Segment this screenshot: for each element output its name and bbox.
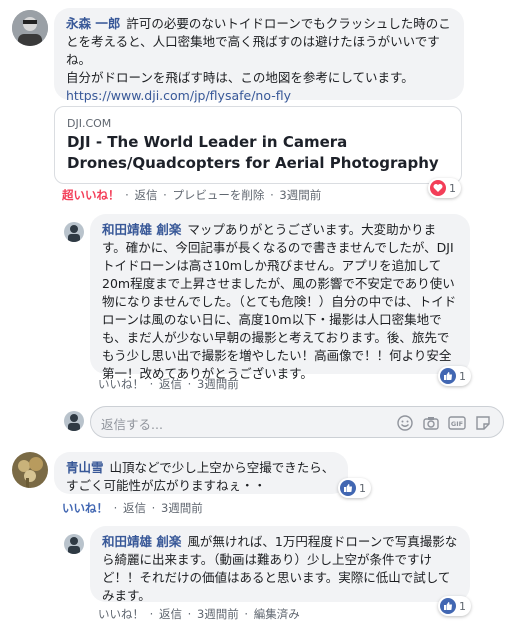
- avatar[interactable]: [12, 10, 48, 46]
- comment-link[interactable]: https://www.dji.com/jp/flysafe/no-fly: [66, 88, 291, 103]
- timestamp[interactable]: 3週間前: [279, 188, 321, 202]
- smile-icon[interactable]: [395, 413, 415, 433]
- like-button[interactable]: いいね！: [98, 377, 144, 391]
- reaction-count[interactable]: 1: [438, 596, 471, 616]
- comment-author[interactable]: 青山雪: [66, 460, 104, 475]
- sticker-icon[interactable]: [473, 413, 493, 433]
- edited-label[interactable]: 編集済み: [254, 607, 300, 621]
- comment-actions: いいね！ · 返信 · 3週間前: [98, 377, 239, 391]
- avatar[interactable]: [64, 222, 84, 242]
- comment-actions: 超いいね！ · 返信 · プレビューを削除 · 3週間前: [62, 188, 322, 202]
- like-icon: [340, 480, 356, 496]
- like-icon: [440, 598, 456, 614]
- comment-author[interactable]: 永森 一郎: [66, 16, 120, 31]
- like-button[interactable]: いいね！: [62, 501, 108, 515]
- like-button[interactable]: いいね！: [98, 607, 144, 621]
- reply-button[interactable]: 返信: [159, 377, 182, 391]
- comment-bubble: 青山雪 山頂などで少し上空から空撮できたら、すごく可能性が広がりますねぇ・・: [54, 452, 348, 494]
- comment-bubble: 和田靖雄 創楽 マップありがとうございます。大変助かります。確かに、今回記事が長く…: [90, 214, 470, 381]
- reply-button[interactable]: 返信: [159, 607, 182, 621]
- reply-button[interactable]: 返信: [123, 501, 146, 515]
- reply-button[interactable]: 返信: [134, 188, 157, 202]
- comment-text: 山頂などで少し上空から空撮できたら、すごく可能性が広がりますねぇ・・: [66, 460, 335, 493]
- avatar[interactable]: [64, 534, 84, 554]
- comment-actions: いいね！ · 返信 · 3週間前 · 編集済み: [98, 607, 300, 621]
- love-icon: [430, 180, 446, 196]
- comment-text: マップありがとうございます。大変助かります。確かに、今回記事が長くなるので書きま…: [102, 222, 457, 381]
- link-preview-card[interactable]: DJI.COM DJI - The World Leader in Camera…: [54, 106, 462, 184]
- comment-bubble: 和田靖雄 創楽 風が無ければ、1万円程度ドローンで写真撮影なら綺麗に出来ます。（動…: [90, 526, 470, 603]
- reaction-count[interactable]: 1: [428, 178, 461, 198]
- comment-text: 自分がドローンを飛ばす時は、この地図を参考にしています。: [66, 70, 414, 85]
- timestamp[interactable]: 3週間前: [161, 501, 203, 515]
- avatar[interactable]: [12, 452, 48, 488]
- comment-actions: いいね！ · 返信 · 3週間前: [62, 501, 203, 515]
- comment-bubble: 永森 一郎 許可の必要のないトイドローンでもクラッシュした時のことを考えると、人口…: [54, 8, 464, 103]
- gif-icon[interactable]: GIF: [447, 413, 467, 433]
- reply-composer[interactable]: 返信する... GIF: [90, 406, 504, 438]
- remove-preview-button[interactable]: プレビューを削除: [172, 188, 264, 202]
- link-title[interactable]: DJI - The World Leader in Camera Drones/…: [67, 132, 449, 174]
- reaction-count[interactable]: 1: [438, 366, 471, 386]
- camera-icon[interactable]: [421, 413, 441, 433]
- love-button[interactable]: 超いいね！: [62, 188, 120, 202]
- comment-text: 許可の必要のないトイドローンでもクラッシュした時のことを考えると、人口密集地で高…: [66, 16, 451, 67]
- timestamp[interactable]: 3週間前: [197, 377, 239, 391]
- reply-input[interactable]: 返信する...: [101, 414, 163, 433]
- comment-author[interactable]: 和田靖雄 創楽: [102, 534, 181, 549]
- comment-author[interactable]: 和田靖雄 創楽: [102, 222, 181, 237]
- link-domain: DJI.COM: [67, 117, 112, 130]
- reaction-count[interactable]: 1: [338, 478, 371, 498]
- like-icon: [440, 368, 456, 384]
- timestamp[interactable]: 3週間前: [197, 607, 239, 621]
- svg-text:GIF: GIF: [451, 420, 463, 428]
- avatar: [64, 411, 84, 431]
